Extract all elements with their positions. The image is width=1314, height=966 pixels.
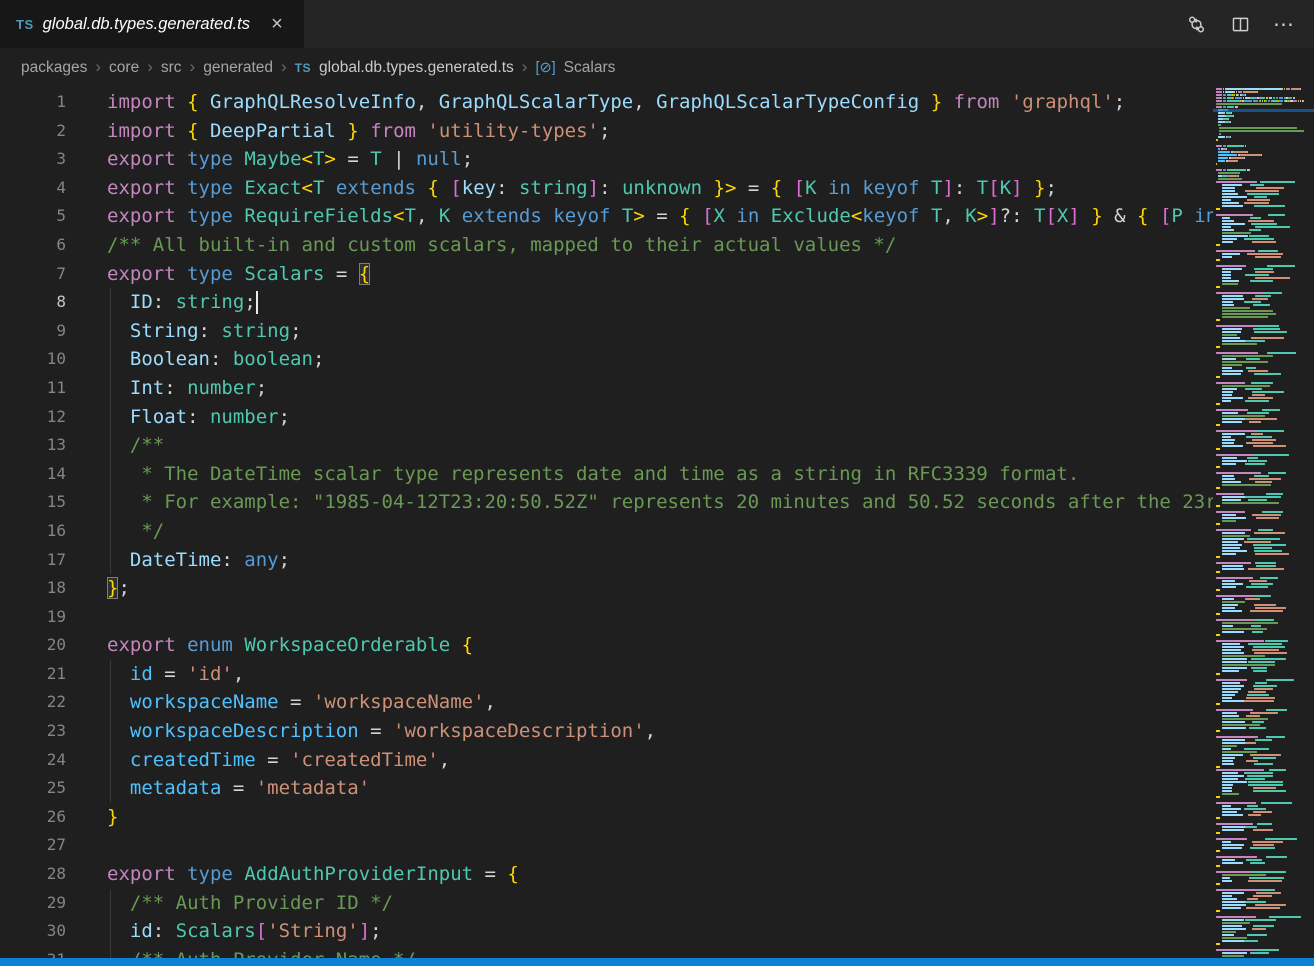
breadcrumb-core[interactable]: core bbox=[109, 59, 139, 77]
close-icon[interactable]: × bbox=[266, 13, 288, 35]
code-line[interactable]: 1import { GraphQLResolveInfo, GraphQLSca… bbox=[0, 88, 1213, 117]
line-number: 18 bbox=[0, 574, 66, 603]
code-line[interactable]: 16 */ bbox=[0, 517, 1213, 546]
vscode-window: { "colors":{"pink":"#C586C0","blue":"#56… bbox=[0, 0, 1314, 966]
code-line[interactable]: 17 DateTime: any; bbox=[0, 546, 1213, 575]
code-line[interactable]: 4export type Exact<T extends { [key: str… bbox=[0, 174, 1213, 203]
code-line[interactable]: 29 /** Auth Provider ID */ bbox=[0, 889, 1213, 918]
symbol-type-icon: [⊘] bbox=[535, 60, 555, 76]
text-cursor bbox=[256, 291, 258, 314]
chevron-right-icon: › bbox=[147, 57, 153, 77]
minimap-current-line bbox=[1213, 109, 1314, 112]
line-number: 3 bbox=[0, 145, 66, 174]
editor-actions: ⋯ bbox=[1182, 0, 1314, 48]
line-number: 2 bbox=[0, 117, 66, 146]
chevron-right-icon: › bbox=[522, 57, 528, 77]
code-line[interactable]: 11 Int: number; bbox=[0, 374, 1213, 403]
line-number: 5 bbox=[0, 202, 66, 231]
line-number: 10 bbox=[0, 345, 66, 374]
line-number: 12 bbox=[0, 403, 66, 432]
line-number: 30 bbox=[0, 917, 66, 946]
more-actions-icon[interactable]: ⋯ bbox=[1270, 10, 1298, 38]
code-line[interactable]: 20export enum WorkspaceOrderable { bbox=[0, 631, 1213, 660]
code-line[interactable]: 13 /** bbox=[0, 431, 1213, 460]
code-line[interactable]: 6/** All built-in and custom scalars, ma… bbox=[0, 231, 1213, 260]
line-number: 19 bbox=[0, 603, 66, 632]
split-editor-icon[interactable] bbox=[1226, 10, 1254, 38]
chevron-right-icon: › bbox=[95, 57, 101, 77]
breadcrumb-generated[interactable]: generated bbox=[203, 59, 273, 77]
code-line[interactable]: 12 Float: number; bbox=[0, 403, 1213, 432]
line-number: 14 bbox=[0, 460, 66, 489]
chevron-right-icon: › bbox=[190, 57, 196, 77]
code-line[interactable]: 26} bbox=[0, 803, 1213, 832]
line-number: 1 bbox=[0, 88, 66, 117]
code-line[interactable]: 18}; bbox=[0, 574, 1213, 603]
code-line[interactable]: 8 ID: string; bbox=[0, 288, 1213, 317]
minimap[interactable] bbox=[1213, 88, 1314, 958]
line-number: 16 bbox=[0, 517, 66, 546]
code-line[interactable]: 31 /** Auth Provider Name */ bbox=[0, 946, 1213, 958]
code-line[interactable]: 10 Boolean: boolean; bbox=[0, 345, 1213, 374]
typescript-file-icon: TS bbox=[295, 61, 311, 75]
chevron-right-icon: › bbox=[281, 57, 287, 77]
code-line[interactable]: 30 id: Scalars['String']; bbox=[0, 917, 1213, 946]
line-number: 21 bbox=[0, 660, 66, 689]
breadcrumb-packages[interactable]: packages bbox=[21, 59, 87, 77]
line-number: 4 bbox=[0, 174, 66, 203]
code-line[interactable]: 15 * For example: "1985-04-12T23:20:50.5… bbox=[0, 488, 1213, 517]
breadcrumb-file[interactable]: global.db.types.generated.ts bbox=[319, 59, 514, 77]
code-line[interactable]: 3export type Maybe<T> = T | null; bbox=[0, 145, 1213, 174]
code-line[interactable]: 19 bbox=[0, 603, 1213, 632]
tab-bar: TS global.db.types.generated.ts × ⋯ bbox=[0, 0, 1314, 48]
line-number: 11 bbox=[0, 374, 66, 403]
breadcrumb: packages › core › src › generated › TS g… bbox=[0, 48, 1314, 88]
typescript-file-icon: TS bbox=[16, 17, 34, 32]
code-line[interactable]: 23 workspaceDescription = 'workspaceDesc… bbox=[0, 717, 1213, 746]
line-number: 23 bbox=[0, 717, 66, 746]
code-line[interactable]: 28export type AddAuthProviderInput = { bbox=[0, 860, 1213, 889]
code-line[interactable]: 27 bbox=[0, 831, 1213, 860]
line-number: 22 bbox=[0, 688, 66, 717]
line-number: 24 bbox=[0, 746, 66, 775]
line-number: 8 bbox=[0, 288, 66, 317]
code-line[interactable]: 25 metadata = 'metadata' bbox=[0, 774, 1213, 803]
open-changes-icon[interactable] bbox=[1182, 10, 1210, 38]
line-number: 9 bbox=[0, 317, 66, 346]
tab-title: global.db.types.generated.ts bbox=[43, 15, 250, 34]
line-number: 17 bbox=[0, 546, 66, 575]
line-number: 13 bbox=[0, 431, 66, 460]
line-number: 29 bbox=[0, 889, 66, 918]
line-number: 28 bbox=[0, 860, 66, 889]
line-number: 6 bbox=[0, 231, 66, 260]
code-line[interactable]: 9 String: string; bbox=[0, 317, 1213, 346]
code-line[interactable]: 5export type RequireFields<T, K extends … bbox=[0, 202, 1213, 231]
code-line[interactable]: 21 id = 'id', bbox=[0, 660, 1213, 689]
code-line[interactable]: 7export type Scalars = { bbox=[0, 260, 1213, 289]
line-number: 25 bbox=[0, 774, 66, 803]
code-editor[interactable]: 1import { GraphQLResolveInfo, GraphQLSca… bbox=[0, 88, 1213, 958]
code-line[interactable]: 14 * The DateTime scalar type represents… bbox=[0, 460, 1213, 489]
line-number: 31 bbox=[0, 946, 66, 958]
code-lines: 1import { GraphQLResolveInfo, GraphQLSca… bbox=[0, 88, 1213, 958]
status-bar bbox=[0, 958, 1314, 966]
line-number: 20 bbox=[0, 631, 66, 660]
breadcrumb-symbol-scalars[interactable]: Scalars bbox=[564, 59, 616, 77]
line-number: 7 bbox=[0, 260, 66, 289]
tab-global-db-types[interactable]: TS global.db.types.generated.ts × bbox=[0, 0, 304, 48]
code-line[interactable]: 22 workspaceName = 'workspaceName', bbox=[0, 688, 1213, 717]
line-number: 26 bbox=[0, 803, 66, 832]
code-line[interactable]: 2import { DeepPartial } from 'utility-ty… bbox=[0, 117, 1213, 146]
code-line[interactable]: 24 createdTime = 'createdTime', bbox=[0, 746, 1213, 775]
line-number: 15 bbox=[0, 488, 66, 517]
line-number: 27 bbox=[0, 831, 66, 860]
breadcrumb-src[interactable]: src bbox=[161, 59, 182, 77]
minimap-content bbox=[1216, 88, 1304, 958]
